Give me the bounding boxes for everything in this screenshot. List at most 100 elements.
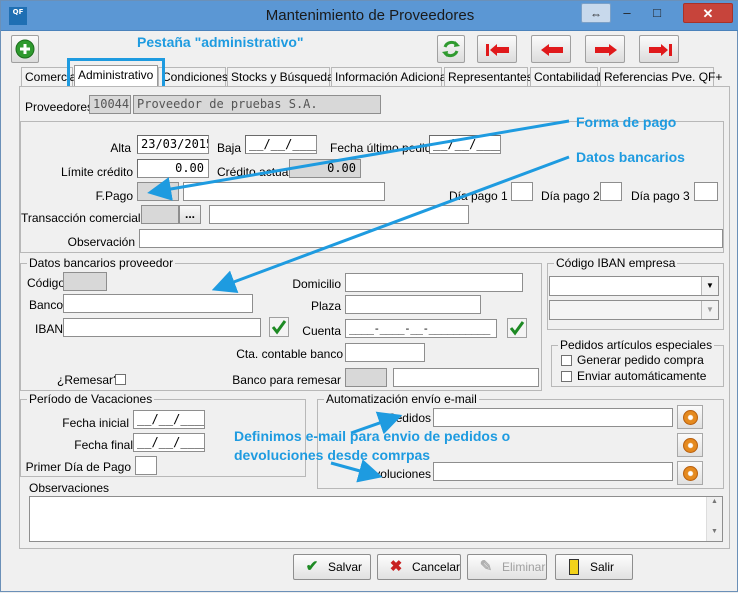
dia-pago-2-label: Día pago 2 <box>541 189 600 203</box>
eliminar-button[interactable]: ✎ Eliminar <box>467 554 547 580</box>
pedidos-email-config-button[interactable] <box>677 405 703 429</box>
gear-icon <box>683 410 698 425</box>
last-record-button[interactable] <box>639 35 679 63</box>
pedidos-email-field[interactable] <box>433 408 673 427</box>
generar-pedido-checkbox[interactable] <box>561 355 572 366</box>
check-icon: ✔ <box>305 558 319 575</box>
annotation-email-note: Definimos e-mail para envio de pedidos o… <box>234 428 511 463</box>
pedidos-label: Pedidos <box>387 411 431 425</box>
datos-bancarios-title: Datos bancarios proveedor <box>27 256 176 270</box>
proveedor-name-field: Proveedor de pruebas S.A. <box>133 95 381 114</box>
gear-icon <box>683 438 698 453</box>
fecha-inicial-field[interactable]: __/__/____ <box>133 410 205 429</box>
remesar-checkbox[interactable] <box>115 374 126 385</box>
banco-field[interactable] <box>63 294 253 313</box>
codigo-banco-field[interactable] <box>63 272 107 291</box>
observaciones-scrollbar[interactable]: ▲ ▼ <box>706 497 722 541</box>
transaccion-lookup-button[interactable]: ... <box>179 205 201 224</box>
credito-actual-label: Crédito actual <box>217 165 292 179</box>
main-window: QF Mantenimiento de Proveedores ⇔ – □ ✕ … <box>0 0 738 592</box>
new-button[interactable] <box>11 35 39 63</box>
cuenta-field[interactable]: ____-____-__-__________ <box>345 319 497 338</box>
iban-label: IBAN <box>35 322 64 336</box>
banco-remesar-label: Banco para remesar <box>232 373 341 387</box>
fecha-final-label: Fecha final <box>74 438 133 452</box>
baja-label: Baja <box>217 141 242 155</box>
fecha-inicial-label: Fecha inicial <box>62 416 129 430</box>
baja-field[interactable]: __/__/____ <box>245 135 317 154</box>
devoluciones-email-config-button[interactable] <box>677 461 703 485</box>
observacion-field[interactable] <box>139 229 723 248</box>
tab-contabilidad[interactable]: Contabilidad <box>530 67 601 87</box>
iban-empresa-select-2[interactable]: ▼ <box>549 300 719 320</box>
fpago-label: F.Pago <box>95 189 133 203</box>
plaza-field[interactable] <box>345 295 481 314</box>
limite-credito-field[interactable]: 0.00 <box>137 159 209 178</box>
iban-empresa-title: Código IBAN empresa <box>554 256 678 270</box>
transaccion-code-field[interactable] <box>141 205 179 224</box>
add-icon <box>15 39 35 59</box>
next-record-button[interactable] <box>585 35 625 63</box>
tab-informacion-adicional[interactable]: Información Adicional <box>331 67 449 87</box>
pedidos-especiales-title: Pedidos artículos especiales <box>558 338 715 352</box>
domicilio-label: Domicilio <box>292 277 341 291</box>
last-arrow-icon <box>649 44 672 56</box>
banco-remesar-code-field[interactable] <box>345 368 387 387</box>
refresh-button[interactable] <box>437 35 465 63</box>
minimize-button[interactable]: – <box>613 3 641 23</box>
alta-label: Alta <box>110 141 131 155</box>
dia-pago-3-label: Día pago 3 <box>631 189 690 203</box>
observaciones-label: Observaciones <box>29 481 110 495</box>
tab-representantes[interactable]: Representantes <box>444 67 533 87</box>
refresh-icon <box>442 40 460 58</box>
cta-contable-field[interactable] <box>345 343 425 362</box>
tab-condiciones[interactable]: Condiciones <box>158 67 228 87</box>
fecha-ultimo-pedido-field[interactable]: __/__/____ <box>429 135 501 154</box>
left-arrow-icon <box>541 44 563 56</box>
tab-comercial[interactable]: Comercial <box>21 67 79 87</box>
enviar-automaticamente-label: Enviar automáticamente <box>577 369 707 383</box>
annotation-tab-note: Pestaña "administrativo" <box>137 34 304 50</box>
email-title: Automatización envío e-mail <box>324 392 479 406</box>
annotation-forma-pago: Forma de pago <box>576 114 677 130</box>
fecha-ultimo-pedido-label: Fecha último pedido <box>330 141 439 155</box>
first-record-button[interactable] <box>477 35 517 63</box>
right-arrow-icon <box>595 44 617 56</box>
dia-pago-2-field[interactable] <box>600 182 622 201</box>
credito-actual-field: 0.00 <box>289 159 361 178</box>
fecha-final-field[interactable]: __/__/____ <box>133 433 205 452</box>
cancelar-button[interactable]: ✖ Cancelar <box>377 554 461 580</box>
plaza-label: Plaza <box>310 299 341 313</box>
fpago-desc-field[interactable] <box>183 182 385 201</box>
cuenta-label: Cuenta <box>302 324 341 338</box>
banco-remesar-desc-field[interactable] <box>393 368 539 387</box>
iban-empresa-select-1[interactable]: ▼ <box>549 276 719 296</box>
cta-contable-label: Cta. contable banco <box>236 347 343 361</box>
primer-dia-field[interactable] <box>135 456 157 475</box>
transaccion-desc-field[interactable] <box>209 205 469 224</box>
restore-button[interactable]: ⇔ <box>581 3 611 23</box>
fpago-code-field[interactable] <box>137 182 179 201</box>
devoluciones-label: Devoluciones <box>358 467 431 481</box>
proveedores-label: Proveedores <box>25 100 94 114</box>
domicilio-field[interactable] <box>345 273 523 292</box>
cuenta-validate-check-icon[interactable] <box>507 318 527 338</box>
tab-referencias[interactable]: Referencias Pve. QF+ <box>600 67 722 87</box>
dia-pago-1-field[interactable] <box>511 182 533 201</box>
close-button[interactable]: ✕ <box>683 3 733 23</box>
generar-pedido-label: Generar pedido compra <box>577 353 704 367</box>
iban-field[interactable] <box>63 318 261 337</box>
dia-pago-1-label: Día pago 1 <box>449 189 508 203</box>
observaciones-textarea[interactable]: ▲ ▼ <box>29 496 723 542</box>
alta-field[interactable]: 23/03/2015 <box>137 135 209 154</box>
dia-pago-3-field[interactable] <box>694 182 718 201</box>
salir-button[interactable]: Salir <box>555 554 633 580</box>
previous-record-button[interactable] <box>531 35 571 63</box>
tab-stocks[interactable]: Stocks y Búsqueda <box>227 67 334 87</box>
annotation-datos-bancarios: Datos bancarios <box>576 149 685 165</box>
maximize-button[interactable]: □ <box>643 3 671 23</box>
chevron-down-icon: ▼ <box>701 277 718 295</box>
enviar-automaticamente-checkbox[interactable] <box>561 371 572 382</box>
email-config-button-2[interactable] <box>677 433 703 457</box>
salvar-button[interactable]: ✔ Salvar <box>293 554 371 580</box>
